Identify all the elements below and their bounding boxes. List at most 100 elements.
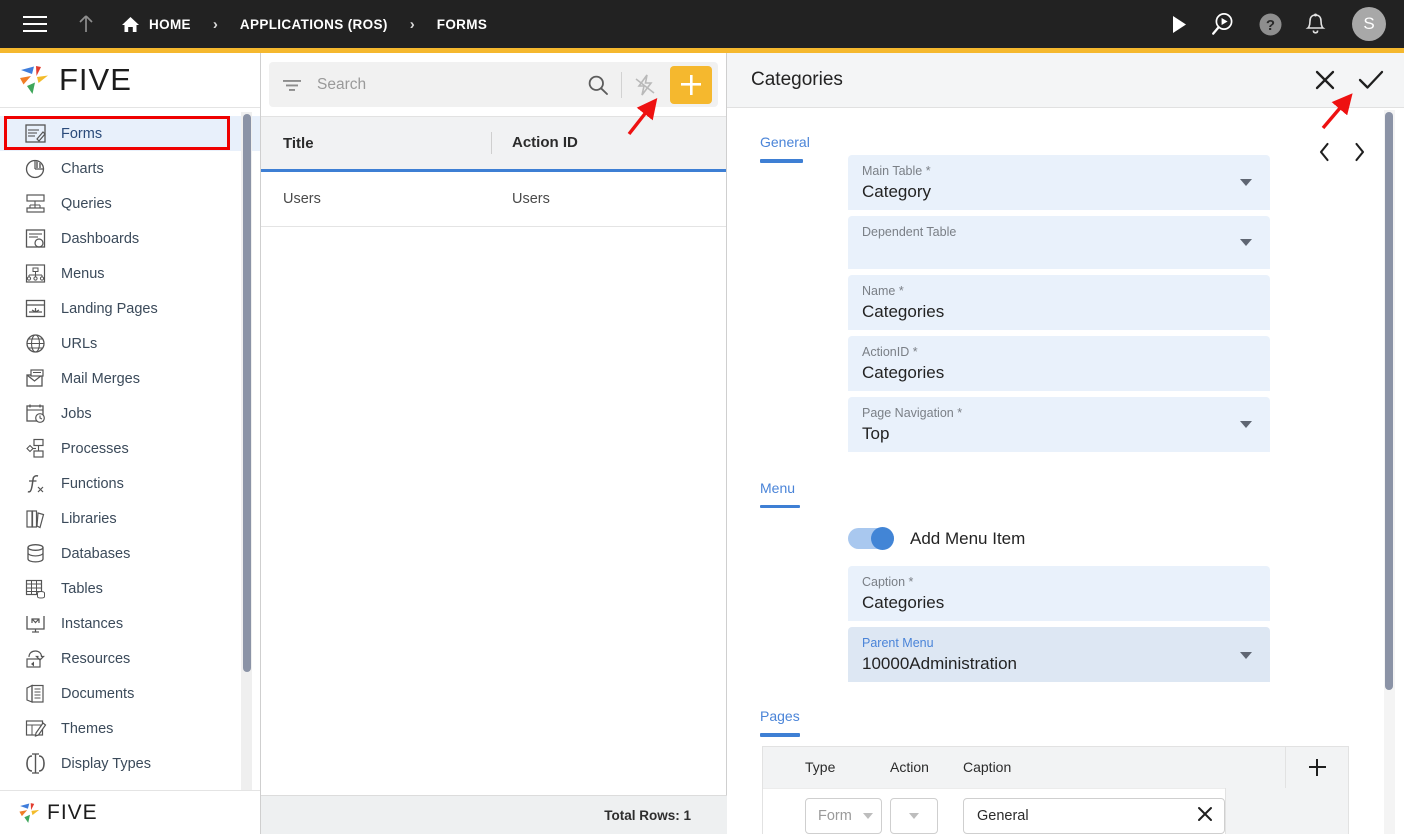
chevron-down-icon[interactable] <box>1240 179 1252 186</box>
pages-table-header: Type Action Caption <box>763 746 1348 788</box>
field-name[interactable]: Name * Categories <box>848 274 1270 330</box>
field-main-table[interactable]: Main Table * Category <box>848 154 1270 210</box>
logo-text: FIVE <box>59 62 132 97</box>
close-icon[interactable] <box>1302 69 1348 91</box>
sidebar-item-label: URLs <box>61 335 98 352</box>
hamburger-icon[interactable] <box>23 15 47 33</box>
avatar-initial: S <box>1363 14 1375 33</box>
notifications-icon[interactable] <box>1305 13 1326 36</box>
detail-panel: Categories General Main Table * Category… <box>727 53 1404 834</box>
sidebar-item-label: Jobs <box>61 405 92 422</box>
breadcrumb-item-forms[interactable]: FORMS <box>437 17 488 32</box>
field-label: Name * <box>862 283 904 298</box>
field-action-id[interactable]: ActionID * Categories <box>848 335 1270 391</box>
queries-icon <box>18 192 52 215</box>
column-header-caption: Caption <box>963 759 1012 775</box>
arrow-up-icon[interactable] <box>75 13 97 35</box>
chevron-down-icon[interactable] <box>1240 239 1252 246</box>
sidebar-item-label: Processes <box>61 440 129 457</box>
sidebar-item-libraries[interactable]: Libraries <box>0 501 260 536</box>
sidebar-item-charts[interactable]: Charts <box>0 151 260 186</box>
search-icon[interactable] <box>581 74 615 96</box>
add-page-row-button[interactable] <box>1285 746 1348 788</box>
field-page-navigation[interactable]: Page Navigation * Top <box>848 396 1270 452</box>
sidebar-item-label: Databases <box>61 545 131 562</box>
chevron-down-icon[interactable] <box>1240 421 1252 428</box>
sidebar-item-label: Functions <box>61 475 124 492</box>
sidebar-item-dashboards[interactable]: Dashboards <box>0 221 260 256</box>
breadcrumb-item-home[interactable]: HOME <box>121 16 191 33</box>
field-label: Main Table * <box>862 163 931 178</box>
landing-pages-icon <box>18 297 52 320</box>
libraries-icon <box>18 507 52 530</box>
breadcrumb-label: HOME <box>149 16 191 32</box>
sidebar-item-processes[interactable]: Processes <box>0 431 260 466</box>
sidebar-item-forms[interactable]: Forms <box>0 116 260 151</box>
clear-icon[interactable] <box>1196 805 1214 828</box>
column-header-title[interactable]: Title <box>261 135 491 152</box>
sidebar-item-functions[interactable]: Functions <box>0 466 260 501</box>
sidebar-item-display-types[interactable]: Display Types <box>0 746 260 781</box>
sidebar-item-queries[interactable]: Queries <box>0 186 260 221</box>
sidebar-item-jobs[interactable]: Jobs <box>0 396 260 431</box>
run-icon[interactable] <box>1171 15 1188 34</box>
detail-scrollbar-thumb[interactable] <box>1385 112 1393 690</box>
field-value: Category <box>862 181 931 201</box>
sidebar-item-label: Queries <box>61 195 112 212</box>
sidebar-item-resources[interactable]: Resources <box>0 641 260 676</box>
page-action-select[interactable] <box>890 798 938 834</box>
svg-text:?: ? <box>1266 17 1275 34</box>
page-type-value: Form <box>818 808 852 824</box>
sidebar-item-label: Dashboards <box>61 230 140 247</box>
sidebar-item-themes[interactable]: Themes <box>0 711 260 746</box>
add-menu-item-toggle[interactable] <box>848 527 894 550</box>
sidebar-scrollbar-thumb[interactable] <box>243 114 251 672</box>
field-parent-menu[interactable]: Parent Menu 10000Administration <box>848 627 1270 682</box>
chevron-down-icon[interactable] <box>1240 651 1252 659</box>
app-logo: FIVE <box>0 53 260 108</box>
search-input[interactable] <box>317 75 581 94</box>
sidebar-item-instances[interactable]: Instances <box>0 606 260 641</box>
breadcrumb-item-applications[interactable]: APPLICATIONS (ROS) <box>240 17 388 32</box>
breadcrumb: HOME › APPLICATIONS (ROS) › FORMS <box>121 16 487 33</box>
avatar[interactable]: S <box>1352 7 1386 41</box>
sidebar-item-urls[interactable]: URLs <box>0 326 260 361</box>
sidebar-item-documents[interactable]: Documents <box>0 676 260 711</box>
field-value: Categories <box>862 362 945 382</box>
column-header-action-id[interactable]: Action ID <box>491 132 578 154</box>
display-types-icon <box>18 752 52 775</box>
tab-pages[interactable]: Pages <box>760 708 800 724</box>
logo-text: FIVE <box>47 800 98 824</box>
databases-icon <box>18 542 52 565</box>
lightning-bolt-icon[interactable] <box>628 73 662 97</box>
add-button[interactable] <box>670 65 712 104</box>
chevron-right-icon[interactable] <box>1342 142 1377 162</box>
sidebar-item-label: Charts <box>61 160 104 177</box>
debug-run-icon[interactable] <box>1210 11 1236 37</box>
filter-icon[interactable] <box>275 77 309 93</box>
chevron-down-icon <box>862 813 873 819</box>
section-pages: Pages <box>727 708 1404 737</box>
sidebar-item-label: Tables <box>61 580 103 597</box>
sidebar-item-landing-pages[interactable]: Landing Pages <box>0 291 260 326</box>
total-rows-label: Total Rows: 1 <box>604 807 691 823</box>
field-caption[interactable]: Caption * Categories <box>848 566 1270 621</box>
sidebar-item-databases[interactable]: Databases <box>0 536 260 571</box>
field-label: Dependent Table <box>862 224 957 239</box>
sidebar-item-tables[interactable]: Tables <box>0 571 260 606</box>
sidebar-item-mail-merges[interactable]: Mail Merges <box>0 361 260 396</box>
tab-general[interactable]: General <box>760 134 810 150</box>
chevron-left-icon[interactable] <box>1307 142 1342 162</box>
field-dependent-table[interactable]: Dependent Table <box>848 215 1270 269</box>
check-icon[interactable] <box>1348 69 1394 91</box>
chevron-down-icon <box>909 813 919 819</box>
page-type-select[interactable]: Form <box>805 798 882 834</box>
help-icon[interactable]: ? <box>1258 12 1283 37</box>
sidebar-item-label: Menus <box>61 265 105 282</box>
tab-menu[interactable]: Menu <box>760 480 795 496</box>
sidebar-item-label: Forms <box>61 125 103 142</box>
cell-title: Users <box>283 191 321 207</box>
table-row[interactable]: Users Users <box>261 172 726 227</box>
sidebar-item-menus[interactable]: Menus <box>0 256 260 291</box>
page-caption-input[interactable]: General <box>963 798 1225 834</box>
